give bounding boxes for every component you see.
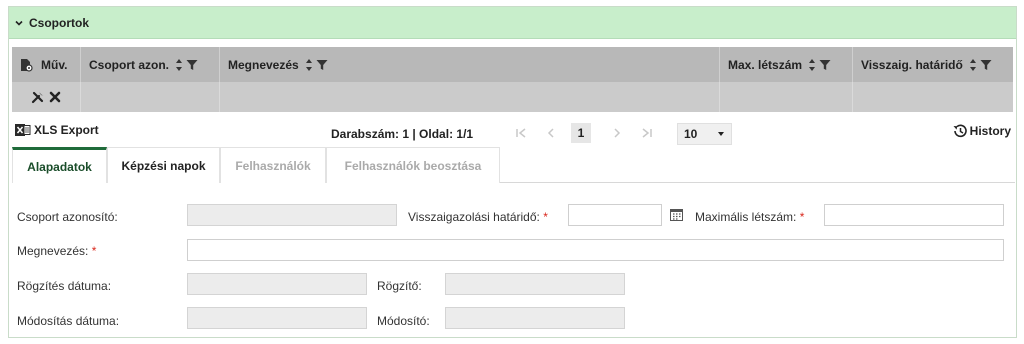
sort-icon[interactable]: [808, 58, 816, 72]
grid-header: Műv. Csoport azon. Megnevezés Max. létsz…: [12, 47, 1013, 82]
rogzites-datuma-field: [187, 273, 367, 295]
first-page-icon: [516, 128, 526, 138]
history-label: History: [969, 124, 1011, 138]
row-actions-cell: [12, 82, 81, 112]
cell-visszaig-hatarido: [853, 82, 1013, 112]
filter-icon[interactable]: [819, 59, 831, 71]
label-visszaigazolasi-hatarido: Visszaigazolási határidő: *: [408, 210, 548, 224]
page-size-select[interactable]: 10: [677, 123, 732, 145]
megnevezes-field[interactable]: [187, 239, 1004, 261]
label-megnevezes: Megnevezés: *: [17, 244, 96, 258]
caret-down-icon: [718, 132, 724, 136]
filter-icon[interactable]: [186, 59, 198, 71]
required-mark: *: [543, 210, 548, 224]
label-text: Maximális létszám:: [695, 210, 797, 224]
column-header-muv: Műv.: [12, 47, 81, 82]
tab-felhasznalok-beosztasa: Felhasználók beosztása: [326, 147, 500, 183]
label-modosito: Módosító:: [377, 314, 430, 328]
cell-max-letszam: [720, 82, 853, 112]
column-header-visszaig-hatarido[interactable]: Visszaig. határidő: [853, 47, 1013, 82]
next-page-button[interactable]: [607, 123, 627, 143]
excel-icon: [15, 124, 31, 136]
rogzito-field: [445, 273, 625, 295]
xls-export-button[interactable]: XLS Export: [15, 123, 99, 137]
grid-toolbar: XLS Export Darabszám: 1 | Oldal: 1/1 1 1…: [15, 117, 1015, 149]
record-count: Darabszám: 1 | Oldal: 1/1: [331, 127, 474, 141]
cell-csoport-azon: [81, 82, 220, 112]
column-header-megnevezes[interactable]: Megnevezés: [220, 47, 720, 82]
sort-icon[interactable]: [969, 58, 977, 72]
tab-felhasznalok: Felhasználók: [220, 147, 326, 183]
column-label: Visszaig. határidő: [861, 57, 963, 72]
modosito-field: [445, 307, 625, 329]
page-size-value: 10: [684, 127, 698, 141]
document-gear-icon[interactable]: [20, 58, 33, 72]
history-button[interactable]: History: [952, 123, 1011, 139]
tab-alapadatok[interactable]: Alapadatok: [12, 147, 107, 183]
first-page-button[interactable]: [511, 123, 531, 143]
history-icon: [953, 124, 967, 138]
modositas-datuma-field: [187, 307, 367, 329]
detail-tabs: Alapadatok Képzési napok Felhasználók Fe…: [12, 147, 1015, 183]
label-rogzites-datuma: Rögzítés dátuma:: [17, 279, 112, 293]
column-label: Csoport azon.: [89, 57, 169, 72]
csoport-azonosito-field: [187, 204, 397, 226]
sort-icon[interactable]: [305, 58, 313, 72]
maximalis-letszam-field[interactable]: [824, 204, 1004, 226]
chevron-right-icon: [614, 128, 621, 138]
required-mark: *: [799, 210, 805, 224]
last-page-button[interactable]: [637, 123, 657, 143]
filter-icon[interactable]: [980, 59, 992, 71]
csoportok-panel: Csoportok Műv. Csoport azon. Megnevezés: [8, 6, 1017, 338]
panel-header[interactable]: Csoportok: [9, 7, 1016, 39]
sort-icon[interactable]: [175, 58, 183, 72]
table-row[interactable]: [12, 82, 1013, 112]
groups-grid: Műv. Csoport azon. Megnevezés Max. létsz…: [12, 47, 1013, 115]
panel-title: Csoportok: [29, 15, 89, 30]
column-label: Megnevezés: [228, 57, 299, 72]
column-header-csoport-azon[interactable]: Csoport azon.: [81, 47, 220, 82]
visszaigazolasi-hatarido-field[interactable]: [568, 204, 662, 226]
label-modositas-datuma: Módosítás dátuma:: [17, 314, 120, 328]
label-rogzito: Rögzítő:: [377, 279, 422, 293]
filter-icon[interactable]: [316, 59, 328, 71]
label-maximalis-letszam: Maximális létszám: *: [695, 210, 804, 224]
tab-kepzesi-napok[interactable]: Képzési napok: [107, 147, 220, 183]
close-icon[interactable]: [49, 91, 61, 103]
calendar-icon[interactable]: [670, 208, 683, 221]
column-header-max-letszam[interactable]: Max. létszám: [720, 47, 853, 82]
label-text: Megnevezés:: [17, 244, 89, 258]
tools-icon[interactable]: [31, 90, 45, 104]
current-page[interactable]: 1: [571, 123, 591, 143]
label-text: Visszaigazolási határidő:: [408, 210, 540, 224]
previous-page-button[interactable]: [541, 123, 561, 143]
column-label: Műv.: [41, 57, 68, 72]
chevron-left-icon: [547, 128, 554, 138]
column-label: Max. létszám: [728, 57, 803, 72]
chevron-down-icon: [15, 20, 23, 26]
required-mark: *: [91, 244, 97, 258]
xls-export-label: XLS Export: [34, 123, 99, 137]
last-page-icon: [642, 128, 652, 138]
cell-megnevezes: [220, 82, 720, 112]
label-csoport-azonosito: Csoport azonosító:: [17, 210, 118, 224]
